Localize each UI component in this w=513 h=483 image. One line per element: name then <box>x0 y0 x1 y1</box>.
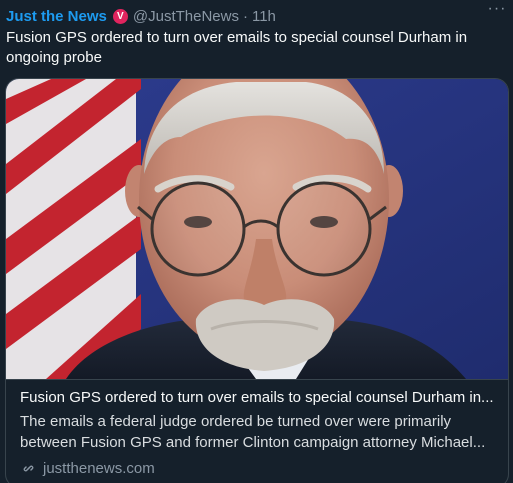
tweet-timestamp[interactable]: 11h <box>252 8 276 25</box>
card-description: The emails a federal judge ordered be tu… <box>20 411 500 453</box>
portrait-photo <box>6 79 508 379</box>
author-handle[interactable]: @JustTheNews <box>133 8 239 25</box>
card-image[interactable] <box>6 79 508 379</box>
author-name[interactable]: Just the News <box>6 8 107 25</box>
card-description-line: The emails a federal judge ordered be tu… <box>20 413 452 430</box>
card-domain-text: justthenews.com <box>43 460 155 477</box>
card-title[interactable]: Fusion GPS ordered to turn over emails t… <box>20 388 496 408</box>
link-card[interactable]: Fusion GPS ordered to turn over emails t… <box>5 78 509 483</box>
card-description-line: between Fusion GPS and former Clinton ca… <box>20 434 486 451</box>
card-domain[interactable]: justthenews.com <box>20 460 155 477</box>
separator-dot: · <box>242 7 248 25</box>
verified-badge-icon: V <box>112 8 128 24</box>
more-options-icon[interactable]: ··· <box>487 1 507 23</box>
tweet-header: Just the News V @JustTheNews · 11h <box>6 5 483 27</box>
tweet-text: Fusion GPS ordered to turn over emails t… <box>6 29 468 66</box>
card-body[interactable]: Fusion GPS ordered to turn over emails t… <box>6 379 508 483</box>
link-icon <box>23 465 34 472</box>
tweet[interactable]: Just the News V @JustTheNews · 11h ··· F… <box>0 0 513 483</box>
